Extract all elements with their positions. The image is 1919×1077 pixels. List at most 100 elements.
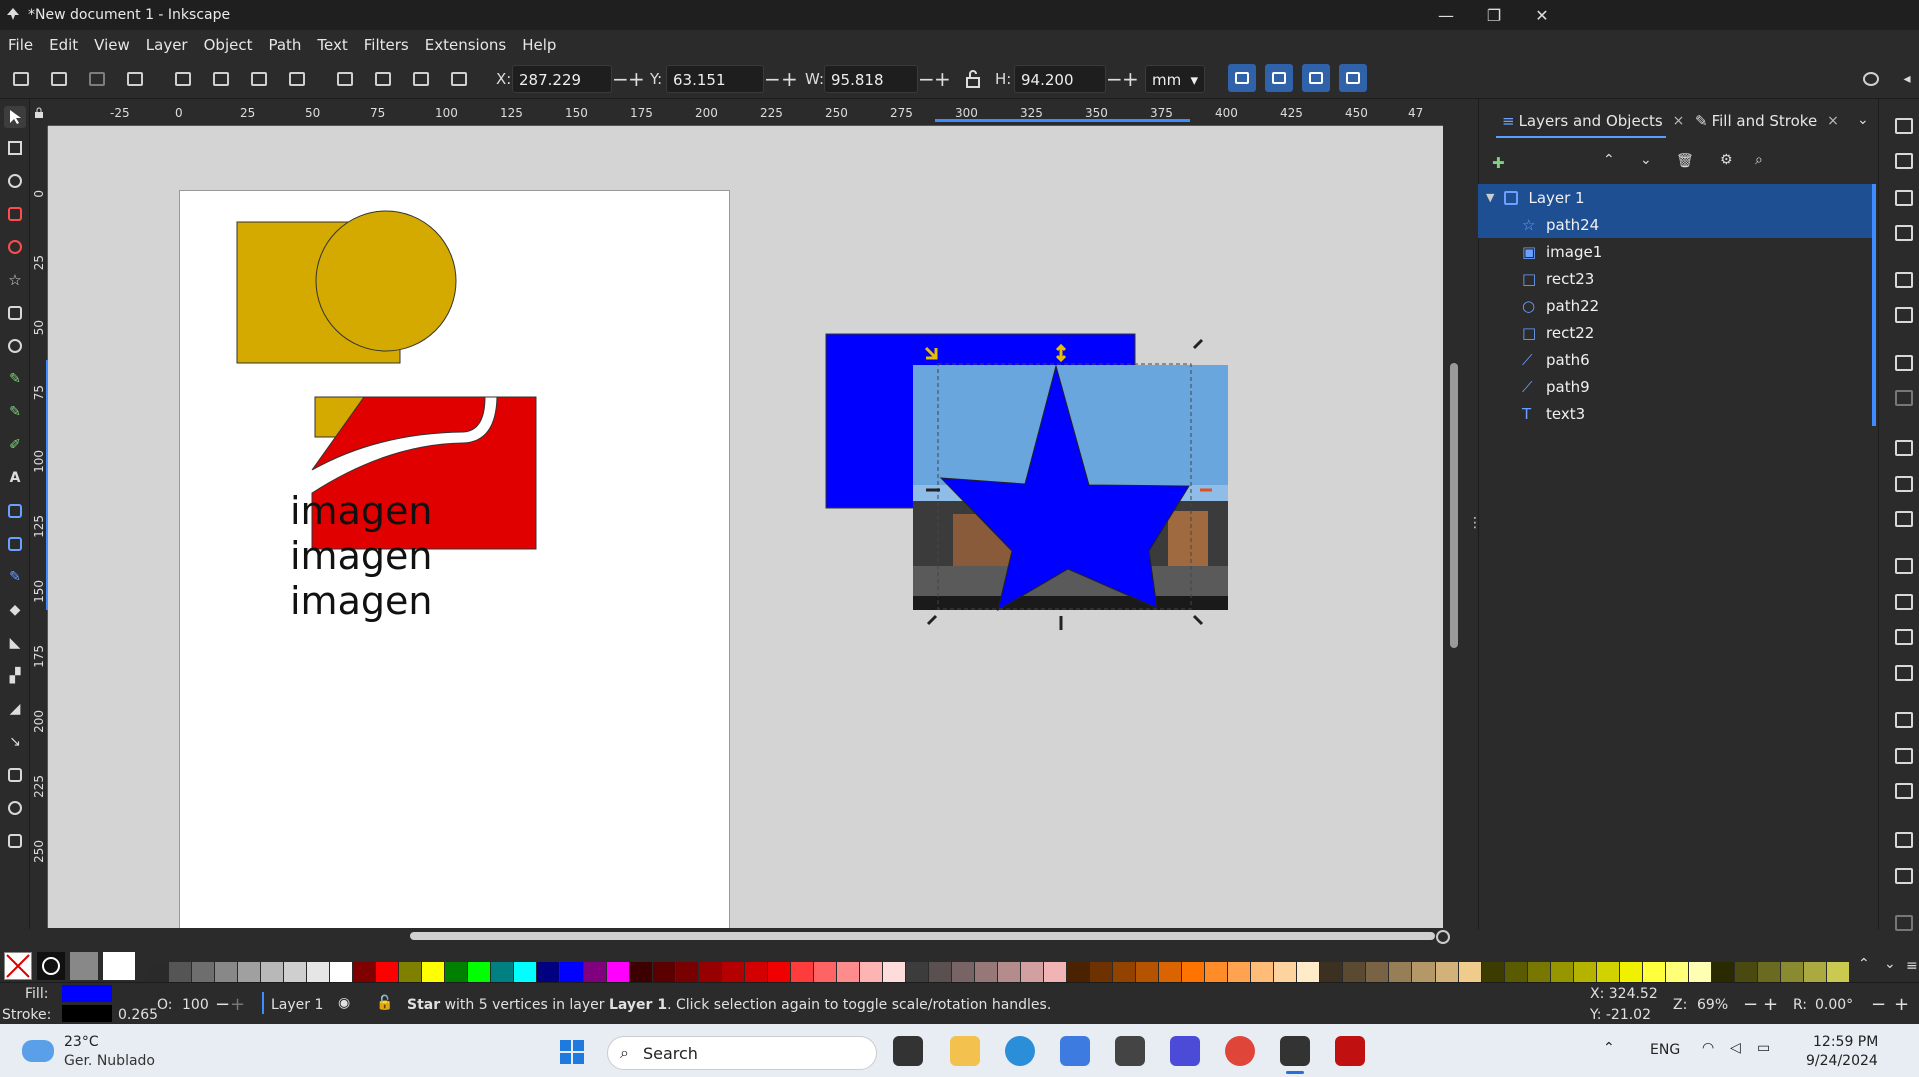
palette-up-icon[interactable]: ⌃ [1858, 956, 1870, 972]
palette-down-icon[interactable]: ⌄ [1884, 956, 1896, 972]
scale-stroke-button[interactable] [1228, 64, 1256, 92]
palette-swatch[interactable] [652, 962, 675, 982]
palette-swatch[interactable] [859, 962, 882, 982]
ellipse-tool-icon[interactable] [4, 236, 26, 258]
palette-swatch[interactable] [998, 962, 1021, 982]
redo-icon[interactable] [1895, 390, 1913, 406]
tray-chevron-icon[interactable]: ⌃ [1603, 1040, 1615, 1056]
palette-swatch[interactable] [1090, 962, 1113, 982]
palette-swatch[interactable] [1619, 962, 1642, 982]
spiral-tool-icon[interactable] [4, 335, 26, 357]
palette-swatch[interactable] [330, 962, 353, 982]
palette-swatch[interactable] [629, 962, 652, 982]
clock-time[interactable]: 12:59 PM [1813, 1034, 1878, 1050]
raise-button[interactable] [370, 66, 396, 92]
palette-swatch[interactable] [1389, 962, 1412, 982]
print-icon[interactable] [1895, 225, 1913, 241]
palette-swatch[interactable] [606, 962, 629, 982]
palette-swatch[interactable] [491, 962, 514, 982]
palette-swatch[interactable] [767, 962, 790, 982]
lock-ratio-icon[interactable] [965, 70, 981, 88]
tab-layers-objects[interactable]: ≡ Layers and Objects × [1502, 112, 1684, 130]
mesh-tool-icon[interactable] [4, 533, 26, 555]
palette-swatch[interactable] [399, 962, 422, 982]
close-tab-icon[interactable]: × [1673, 113, 1685, 129]
palette-swatch[interactable] [560, 962, 583, 982]
move-down-icon[interactable]: ⌄ [1640, 152, 1652, 168]
y-decrement[interactable]: − [764, 66, 781, 92]
app-pen-icon[interactable] [1170, 1036, 1200, 1066]
star-tool-icon[interactable]: ☆ [4, 269, 26, 291]
palette-swatch[interactable] [675, 962, 698, 982]
palette-swatch[interactable] [1458, 962, 1481, 982]
copy-icon[interactable] [1895, 440, 1913, 456]
save-icon[interactable] [1895, 190, 1913, 206]
wifi-icon[interactable]: ◠ [1702, 1040, 1714, 1056]
palette-swatch[interactable] [261, 962, 284, 982]
menu-layer[interactable]: Layer [138, 36, 196, 54]
file-explorer-icon[interactable] [950, 1036, 980, 1066]
palette-swatch[interactable] [1251, 962, 1274, 982]
h-decrement[interactable]: − [1106, 66, 1123, 92]
palette-swatch[interactable] [1527, 962, 1550, 982]
rotate-ccw-button[interactable] [170, 66, 196, 92]
layer-row[interactable]: ▼ Layer 1 [1478, 184, 1875, 211]
palette-swatch[interactable] [1826, 962, 1849, 982]
pencil-tool-icon[interactable]: ✎ [4, 401, 26, 423]
menu-path[interactable]: Path [260, 36, 309, 54]
palette-swatch[interactable] [1596, 962, 1619, 982]
lower-to-bottom-button[interactable] [446, 66, 472, 92]
w-decrement[interactable]: − [918, 66, 935, 92]
weather-temp[interactable]: 23°C [64, 1034, 99, 1050]
search-icon[interactable]: ⌕ [1755, 152, 1763, 168]
palette-swatch[interactable] [1067, 962, 1090, 982]
palette-swatch[interactable] [836, 962, 859, 982]
rotation-input[interactable]: 0.00° [1815, 997, 1853, 1013]
w-increment[interactable]: + [934, 66, 951, 92]
zoom-page-icon[interactable] [1895, 629, 1913, 645]
settings-icon[interactable]: ⚙ [1720, 152, 1733, 168]
weather-icon[interactable] [22, 1040, 54, 1062]
palette-swatch[interactable] [1757, 962, 1780, 982]
palette-swatch[interactable] [583, 962, 606, 982]
dropper-tool-icon[interactable]: ✎ [4, 566, 26, 588]
rotation-increment[interactable]: + [1894, 994, 1909, 1015]
zoom-drawing-icon[interactable] [1895, 594, 1913, 610]
add-layer-icon[interactable]: ✚ [1492, 154, 1505, 172]
width-input[interactable]: 95.818 [824, 65, 918, 93]
zoom-tool-icon[interactable] [4, 797, 26, 819]
menu-object[interactable]: Object [196, 36, 261, 54]
palette-swatch[interactable] [813, 962, 836, 982]
menu-extensions[interactable]: Extensions [417, 36, 514, 54]
select-all-layers-button[interactable] [46, 66, 72, 92]
snap-menu-icon[interactable]: ◂ [1894, 66, 1919, 92]
object-row-path9[interactable]: ⟋ path9 [1478, 373, 1875, 400]
palette-swatch[interactable] [1274, 962, 1297, 982]
palette-swatch[interactable] [215, 962, 238, 982]
taskbar-search[interactable]: ⌕ Search [607, 1036, 877, 1070]
ruler-lock-icon[interactable] [30, 99, 48, 126]
fill-indicator[interactable] [62, 985, 112, 1002]
app-cube-icon[interactable] [1115, 1036, 1145, 1066]
palette-swatch[interactable] [1343, 962, 1366, 982]
panel-resize-handle-icon[interactable]: ⋮ [1468, 515, 1482, 533]
gradient-tool-icon[interactable] [4, 500, 26, 522]
open-icon[interactable] [1895, 153, 1913, 169]
stroke-width[interactable]: 0.265 [118, 1007, 158, 1023]
object-row-image1[interactable]: ▣ image1 [1478, 238, 1875, 265]
stroke-indicator[interactable] [62, 1005, 112, 1022]
zoom-increment[interactable]: + [1763, 994, 1778, 1015]
y-increment[interactable]: + [781, 66, 798, 92]
palette-swatch[interactable] [1366, 962, 1389, 982]
object-row-path24[interactable]: ☆ path24 [1478, 211, 1875, 238]
display-mode-icon[interactable] [1443, 99, 1463, 126]
scale-corners-button[interactable] [1265, 64, 1293, 92]
palette-swatch[interactable] [1182, 962, 1205, 982]
undo-icon[interactable] [1895, 355, 1913, 371]
move-patterns-button[interactable] [1339, 64, 1367, 92]
palette-swatch[interactable] [974, 962, 997, 982]
3d-box-tool-icon[interactable] [4, 302, 26, 324]
palette-swatch[interactable] [353, 962, 376, 982]
palette-swatch[interactable] [928, 962, 951, 982]
tweak-tool-icon[interactable]: ◣ [4, 632, 26, 654]
